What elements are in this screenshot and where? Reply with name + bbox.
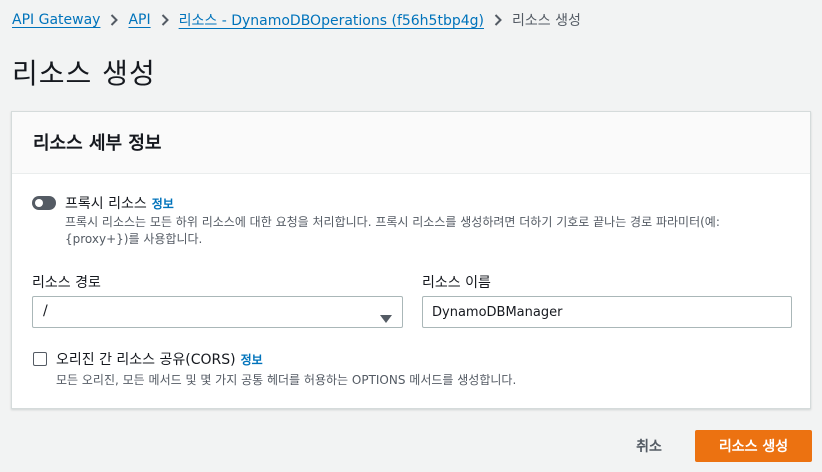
panel-title: 리소스 세부 정보 xyxy=(33,133,162,154)
proxy-resource-label-row: 프록시 리소스 정보 xyxy=(65,193,174,213)
cors-label-row: 오리진 간 리소스 공유(CORS) 정보 xyxy=(56,349,263,369)
resource-name-label: 리소스 이름 xyxy=(422,275,491,291)
cors-description: 모든 오리진, 모든 메서드 및 몇 가지 공통 헤더를 허용하는 OPTION… xyxy=(56,373,517,387)
cancel-button[interactable]: 취소 xyxy=(622,430,676,462)
panel-header: 리소스 세부 정보 xyxy=(12,112,810,174)
proxy-resource-toggle[interactable] xyxy=(32,196,56,210)
cors-info-link[interactable]: 정보 xyxy=(241,353,263,367)
chevron-right-icon xyxy=(484,14,512,26)
proxy-info-link[interactable]: 정보 xyxy=(152,197,174,211)
resource-path-select[interactable]: / xyxy=(32,296,403,328)
toggle-knob xyxy=(35,199,43,207)
cors-checkbox[interactable] xyxy=(33,352,47,366)
caret-down-icon xyxy=(380,308,392,327)
proxy-resource-label: 프록시 리소스 xyxy=(65,196,147,212)
resource-details-panel: 리소스 세부 정보 프록시 리소스 정보 프록시 리소스는 모든 하위 리소스에 … xyxy=(11,111,811,409)
resource-path-label: 리소스 경로 xyxy=(32,275,101,291)
create-resource-button[interactable]: 리소스 생성 xyxy=(695,430,812,462)
breadcrumb: API Gateway API 리소스 - DynamoDBOperations… xyxy=(12,10,581,30)
page-title: 리소스 생성 xyxy=(12,57,156,90)
chevron-right-icon xyxy=(151,14,179,26)
breadcrumb-api-gateway[interactable]: API Gateway xyxy=(12,12,100,28)
chevron-right-icon xyxy=(100,14,128,26)
resource-name-input[interactable] xyxy=(422,296,792,328)
breadcrumb-resources[interactable]: 리소스 - DynamoDBOperations (f56h5tbp4g) xyxy=(179,10,484,30)
resource-path-value: / xyxy=(43,303,48,319)
breadcrumb-api[interactable]: API xyxy=(128,12,150,28)
cors-label: 오리진 간 리소스 공유(CORS) xyxy=(56,352,236,368)
proxy-resource-description: 프록시 리소스는 모든 하위 리소스에 대한 요청을 처리합니다. 프록시 리소… xyxy=(65,215,720,246)
breadcrumb-current: 리소스 생성 xyxy=(511,13,581,29)
